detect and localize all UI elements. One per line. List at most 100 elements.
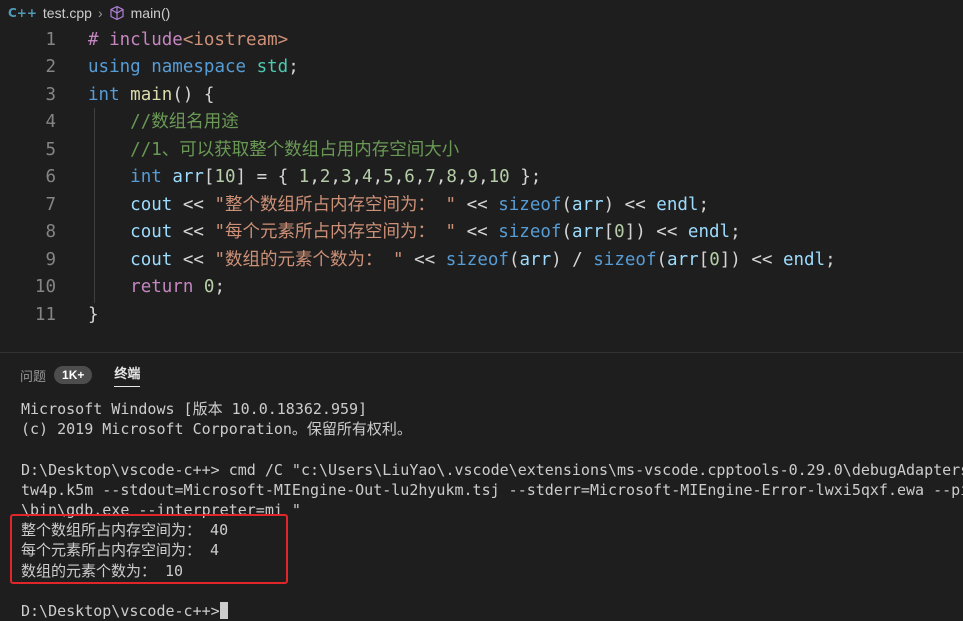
code-token: std	[256, 57, 289, 77]
terminal-prompt-line[interactable]: D:\Desktop\vscode-c++>	[21, 601, 963, 621]
code-token: arr	[572, 222, 604, 242]
code-token: 8	[446, 167, 457, 187]
code-token: 0	[614, 222, 625, 242]
line-number: 10	[34, 277, 56, 297]
code-line[interactable]: 2 using namespace std;	[0, 54, 963, 82]
terminal-line: tw4p.k5m --stdout=Microsoft-MIEngine-Out…	[21, 480, 963, 499]
code-line[interactable]: 11}	[0, 302, 963, 330]
code-token: 10	[488, 167, 510, 187]
code-token: ]) <<	[624, 222, 688, 242]
code-token: ;	[730, 222, 741, 242]
terminal-line: (c) 2019 Microsoft Corporation。保留所有权利。	[21, 420, 412, 439]
code-token: endl	[656, 194, 699, 215]
line-number: 9	[45, 249, 56, 270]
code-line[interactable]: 9 cout << "数组的元素个数为： " << sizeof(arr) / …	[0, 247, 963, 275]
code-text: //数组名用途	[88, 109, 239, 137]
breadcrumb-symbol[interactable]: main()	[131, 5, 171, 21]
terminal-line: D:\Desktop\vscode-c++> cmd /C "c:\Users\…	[21, 460, 963, 479]
code-text: using namespace std;	[88, 54, 299, 82]
line-number: 1	[45, 29, 56, 50]
code-token: 1	[298, 167, 310, 187]
vscode-window: C++ test.cpp › main() 1 # include<iostrea…	[0, 0, 963, 621]
code-token: using	[88, 57, 141, 77]
code-token: ,	[414, 167, 426, 187]
terminal-line: Microsoft Windows [版本 10.0.18362.959]	[21, 400, 368, 418]
code-line[interactable]: 1 # include<iostream>	[0, 27, 963, 55]
code-token: };	[509, 167, 542, 187]
terminal-output[interactable]: Microsoft Windows [版本 10.0.18362.959] (c)…	[21, 399, 963, 621]
code-token: <<	[172, 222, 215, 242]
code-token: "每个元素所占内存空间为： "	[214, 222, 457, 242]
code-token: sizeof	[498, 222, 562, 242]
code-token: arr	[519, 249, 552, 270]
code-token: [	[698, 249, 710, 270]
line-number: 3	[45, 84, 56, 105]
code-line[interactable]: 7 cout << "整个数组所占内存空间为： " << sizeof(arr)…	[0, 192, 963, 220]
code-text: cout << "整个数组所占内存空间为： " << sizeof(arr) <…	[88, 192, 709, 220]
cpp-file-icon: C++	[8, 6, 37, 20]
code-line[interactable]: 3 int main() {	[0, 82, 963, 110]
tab-problems[interactable]: 问题 1K+	[20, 366, 93, 385]
code-token: ,	[478, 167, 489, 187]
line-number: 5	[45, 139, 56, 160]
code-token: (	[508, 249, 520, 270]
code-text: //1、可以获取整个数组占用内存空间大小	[88, 137, 459, 165]
code-line[interactable]: 6 int arr[10] = { 1,2,3,4,5,6,7,8,9,10 }…	[0, 164, 963, 192]
line-number: 8	[45, 222, 56, 242]
line-number: 11	[34, 304, 56, 325]
code-token: <<	[403, 249, 446, 270]
code-token: cout	[130, 222, 173, 242]
panel-tabs: 问题 1K+ 终端	[0, 353, 963, 397]
code-token: <iostream>	[182, 29, 289, 50]
code-token: [	[203, 167, 215, 187]
code-token: sizeof	[498, 194, 562, 215]
code-token: 2	[319, 167, 331, 187]
line-number: 6	[45, 167, 56, 187]
code-token: ;	[214, 277, 226, 297]
code-text: cout << "每个元素所占内存空间为： " << sizeof(arr[0]…	[88, 219, 741, 247]
code-text: int arr[10] = { 1,2,3,4,5,6,7,8,9,10 };	[88, 164, 541, 192]
code-text: cout << "数组的元素个数为： " << sizeof(arr) / si…	[88, 247, 836, 275]
code-editor[interactable]: 1 # include<iostream> 2 using namespace std…	[0, 26, 963, 352]
code-text: # include<iostream>	[88, 27, 288, 55]
code-token: (	[561, 194, 572, 215]
code-token: <<	[172, 249, 215, 270]
code-line[interactable]: 8 cout << "每个元素所占内存空间为： " << sizeof(arr[…	[0, 219, 963, 247]
code-token: arr	[667, 249, 699, 270]
code-token: ,	[309, 167, 320, 187]
code-text: int main() {	[88, 82, 214, 110]
code-token: <<	[172, 194, 215, 215]
code-token: return	[130, 277, 194, 297]
code-token: ;	[698, 194, 709, 215]
tab-problems-label: 问题	[20, 368, 47, 384]
code-token: (	[561, 222, 572, 242]
code-token: [	[603, 222, 615, 242]
code-token: namespace	[151, 57, 247, 77]
code-token: ] = {	[235, 167, 299, 187]
code-token: //数组名用途	[130, 112, 239, 132]
code-token: ,	[456, 167, 468, 187]
code-token: 9	[467, 167, 479, 187]
code-token: ,	[372, 167, 384, 187]
code-token: ]) <<	[719, 249, 783, 270]
code-line[interactable]: 4 //数组名用途	[0, 109, 963, 137]
code-token: <<	[456, 222, 499, 242]
tab-terminal[interactable]: 终端	[114, 363, 141, 387]
code-line[interactable]: 5 //1、可以获取整个数组占用内存空间大小	[0, 137, 963, 165]
code-line[interactable]: 10 return 0;	[0, 274, 963, 302]
code-token: 0	[709, 249, 720, 270]
breadcrumb-file[interactable]: test.cpp	[43, 5, 92, 21]
chevron-right-icon: ›	[97, 5, 103, 21]
code-token: //1、可以获取整个数组占用内存空间大小	[130, 139, 460, 160]
code-token: 3	[340, 167, 352, 187]
highlight-annotation-box	[10, 514, 288, 584]
line-number: 7	[45, 194, 56, 215]
code-token: (	[656, 249, 668, 270]
code-token: "整个数组所占内存空间为： "	[214, 194, 457, 215]
method-cube-icon	[109, 5, 125, 21]
code-token: "数组的元素个数为： "	[214, 249, 404, 270]
